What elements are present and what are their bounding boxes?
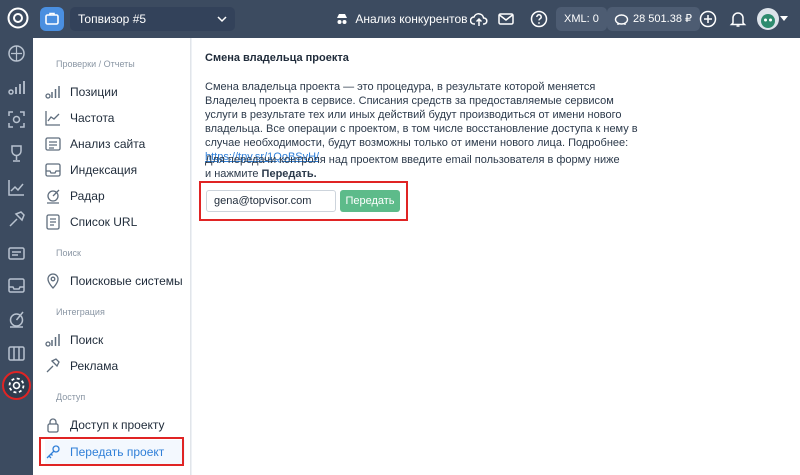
sidebar-item-label: Позиции (70, 85, 118, 99)
sidebar-item-positions[interactable]: Позиции (45, 80, 185, 104)
sidebar-item-label: Список URL (70, 215, 138, 229)
inbox-icon (45, 163, 61, 177)
gear-icon (8, 377, 25, 394)
lock-icon (47, 418, 59, 433)
positions-icon[interactable] (7, 78, 26, 97)
sidebar-item-label: Реклама (70, 359, 119, 373)
help-icon[interactable] (530, 10, 548, 28)
instruction-text: Для передачи контроля над проектом введи… (205, 153, 645, 181)
sidebar-item-indexing[interactable]: Индексация (45, 158, 185, 182)
radar-icon (47, 189, 60, 204)
settings-rail-item[interactable] (2, 371, 31, 400)
topvisor-logo-icon[interactable] (7, 7, 29, 29)
list-icon (46, 214, 60, 230)
sidebar-item-label: Анализ сайта (70, 137, 146, 151)
chevron-down-icon[interactable] (780, 16, 788, 22)
balance-badge[interactable]: 28 501.38 ₽ (607, 7, 700, 31)
sidebar-item-search-integration[interactable]: Поиск (45, 328, 185, 352)
site-audit-icon[interactable] (7, 110, 26, 129)
project-select[interactable]: Топвизор #5 (70, 7, 235, 31)
positions-icon (45, 86, 60, 99)
piggy-bank-icon (614, 14, 629, 25)
sidebar-item-label: Поисковые системы (70, 274, 183, 288)
competitor-analysis-link[interactable]: Анализ конкурентов (335, 0, 468, 38)
page-title: Смена владельца проекта (205, 52, 349, 64)
positions-icon (45, 334, 60, 347)
sidebar-item-site-audit[interactable]: Анализ сайта (45, 132, 185, 156)
projects-icon[interactable] (7, 44, 26, 63)
instruction-bold: Передать. (261, 168, 317, 180)
site-audit-icon (45, 137, 61, 151)
sidebar-item-label: Индексация (70, 163, 138, 177)
main-content: Смена владельца проекта Смена владельца … (192, 38, 800, 475)
hammer-icon (46, 358, 60, 373)
briefcase-icon[interactable] (40, 7, 64, 31)
xml-limits-badge[interactable]: XML: 0 (556, 7, 607, 31)
inbox-icon[interactable] (7, 276, 26, 295)
settings-sidebar: Проверки / Отчеты Позиции Частота Анализ… (33, 38, 191, 475)
bell-icon[interactable] (729, 10, 747, 28)
competitor-analysis-label: Анализ конкурентов (355, 12, 468, 26)
spy-icon (337, 14, 347, 24)
sidebar-item-frequency[interactable]: Частота (45, 106, 185, 130)
chevron-down-icon (217, 7, 227, 39)
ads-icon[interactable] (7, 244, 26, 263)
radar-icon[interactable] (7, 310, 26, 329)
add-funds-icon[interactable] (699, 10, 717, 28)
transfer-button[interactable]: Передать (340, 190, 400, 212)
instruction-line-1: Для передачи контроля над проектом введи… (205, 154, 620, 166)
description-body: Смена владельца проекта — это процедура,… (205, 81, 638, 149)
sidebar-item-search-engines[interactable]: Поисковые системы (45, 269, 185, 293)
sidebar-item-label: Частота (70, 111, 115, 125)
sidebar-item-radar[interactable]: Радар (45, 184, 185, 208)
project-name: Топвизор #5 (78, 12, 147, 26)
hammer-icon[interactable] (7, 210, 26, 229)
sidebar-item-project-access[interactable]: Доступ к проекту (45, 413, 185, 437)
frequency-icon (45, 111, 60, 126)
highlight-frame (39, 437, 184, 466)
trend-chart-icon[interactable] (7, 178, 26, 197)
sidebar-item-label: Радар (70, 189, 105, 203)
sidebar-item-url-list[interactable]: Список URL (45, 210, 185, 234)
description-text: Смена владельца проекта — это процедура,… (205, 80, 645, 164)
section-title: Интеграция (56, 307, 105, 317)
cloud-upload-icon[interactable] (470, 10, 488, 28)
location-pin-icon (47, 273, 59, 289)
columns-icon[interactable] (7, 344, 26, 363)
sidebar-item-label: Доступ к проекту (70, 418, 165, 432)
instruction-line-2: и нажмите (205, 168, 262, 180)
mail-icon[interactable] (497, 10, 515, 28)
avatar[interactable] (757, 8, 779, 30)
sidebar-item-label: Поиск (70, 333, 104, 347)
trophy-icon[interactable] (7, 144, 26, 163)
xml-label: XML: 0 (564, 13, 599, 25)
email-field[interactable] (206, 190, 336, 212)
sidebar-item-ads[interactable]: Реклама (45, 354, 185, 378)
section-title: Проверки / Отчеты (56, 59, 135, 69)
balance-amount: 28 501.38 ₽ (633, 13, 692, 25)
section-title: Доступ (56, 392, 86, 402)
app-rail (0, 38, 33, 475)
section-title: Поиск (56, 248, 81, 258)
top-bar: Топвизор #5 Анализ конкурентов XML: 0 28… (0, 0, 800, 38)
